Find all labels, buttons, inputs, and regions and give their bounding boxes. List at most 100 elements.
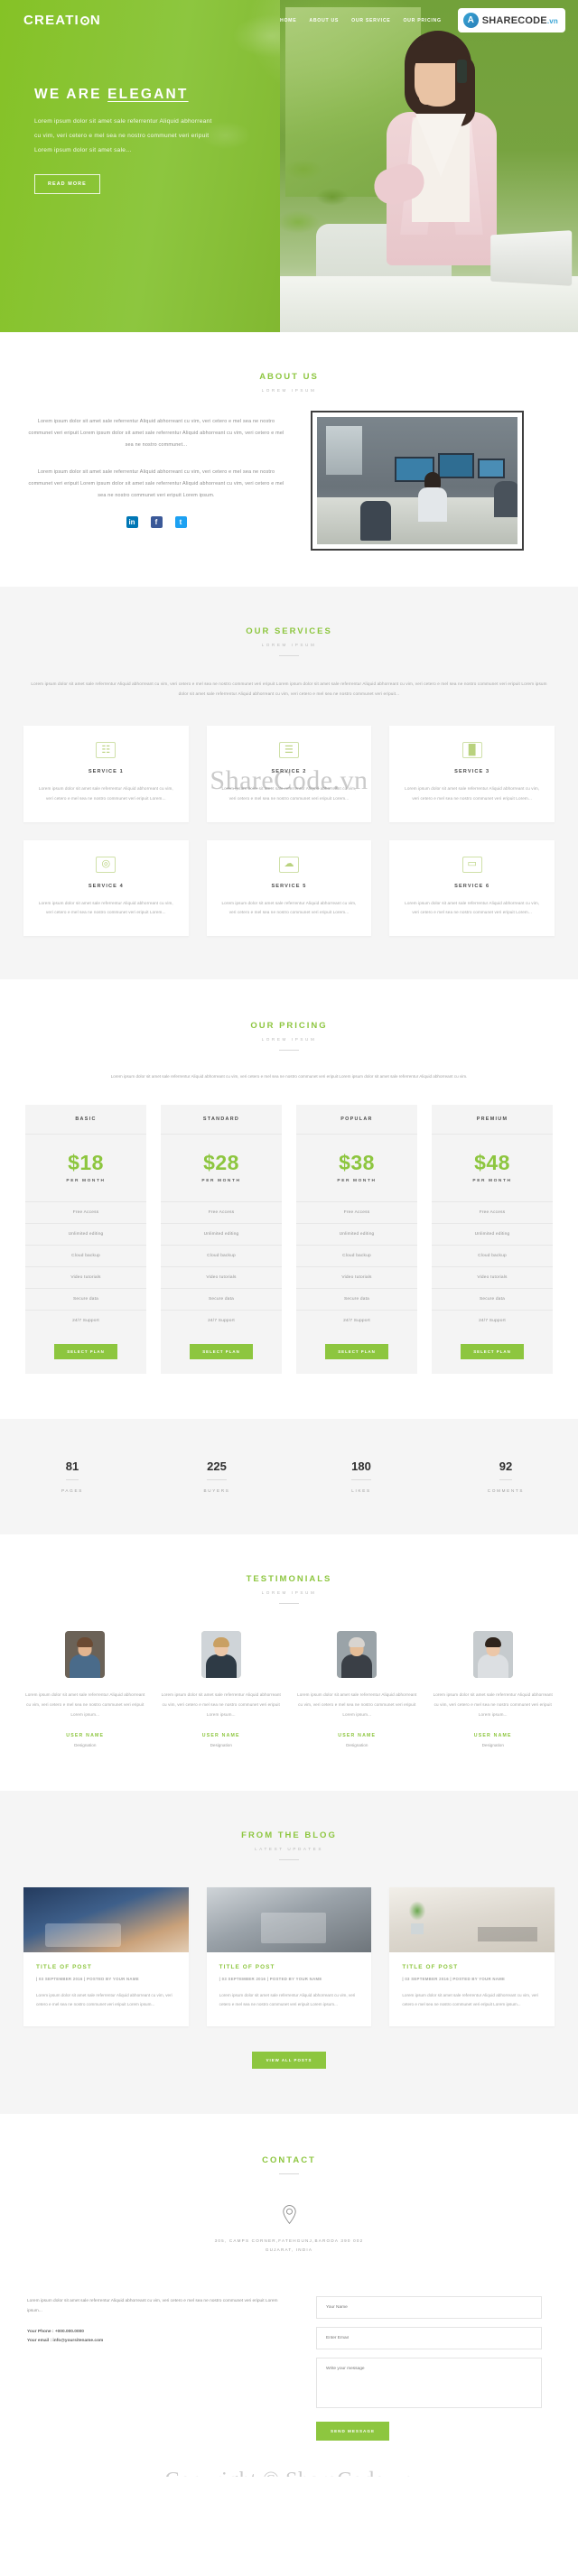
plan-name: STANDARD [161, 1105, 282, 1135]
pricing-divider [279, 1050, 299, 1052]
services-divider [279, 655, 299, 656]
about-text-column: Lorem ipsum dolor sit amet sale referren… [25, 416, 287, 551]
plant-desk-photo [389, 1886, 555, 1952]
services-title: OUR SERVICES [246, 626, 332, 636]
service-card-title: SERVICE 2 [271, 769, 307, 775]
pricing-intro-text: Lorem ipsum dolor sit amet sale referren… [110, 1074, 468, 1080]
logo-text-suffix: N [89, 13, 101, 28]
blog-post-card[interactable]: TITLE OF POST | 03 SEPTEMBER 2016 | POST… [23, 1886, 189, 2027]
name-input[interactable] [316, 2295, 542, 2319]
hero-businesswoman-photo [280, 0, 578, 332]
blog-post-title: TITLE OF POST [219, 1963, 275, 1970]
about-paragraph-1: Lorem ipsum dolor sit amet sale referren… [28, 419, 284, 449]
blog-divider [279, 1858, 299, 1860]
about-subtitle: LOREM IPSUM [261, 388, 317, 393]
read-more-button[interactable]: READ MORE [34, 174, 100, 195]
statistics-section: 81 PAGES 225 BUYERS 180 LIKES 92 COMMENT… [0, 1419, 578, 1535]
blog-post-card[interactable]: TITLE OF POST | 03 SEPTEMBER 2016 | POST… [389, 1886, 555, 2027]
twitter-icon[interactable]: t [174, 516, 187, 529]
service-card[interactable]: ☷ SERVICE 1 Lorem ipsum dolor sit amet s… [23, 726, 189, 822]
contact-section: CONTACT 305, CAMPS CORNER,FATEHGUNJ,BARO… [0, 2114, 578, 2477]
service-card[interactable]: ☁ SERVICE 5 Lorem ipsum dolor sit amet s… [206, 839, 372, 937]
service-card[interactable]: ▭ SERVICE 6 Lorem ipsum dolor sit amet s… [389, 839, 555, 937]
pricing-section: OUR PRICING LOREM IPSUM Lorem ipsum dolo… [0, 979, 578, 1420]
plan-amount: $28 [203, 1151, 239, 1175]
plan-period: PER MONTH [337, 1179, 377, 1184]
plan-feature: Unlimited editing [161, 1223, 282, 1245]
email-input[interactable] [316, 2326, 542, 2349]
service-card-text: Lorem ipsum dolor sit amet sale referren… [405, 786, 540, 801]
plan-name: PREMIUM [432, 1105, 553, 1135]
testimonial-text: Lorem ipsum dolor sit amet sale referren… [433, 1692, 553, 1717]
testimonial-text: Lorem ipsum dolor sit amet sale referren… [25, 1692, 145, 1717]
pricing-title: OUR PRICING [250, 1021, 328, 1032]
nav-item-about-us[interactable]: ABOUT US [309, 18, 339, 23]
desk-laptop-photo [206, 1886, 372, 1952]
blog-post-meta: | 03 SEPTEMBER 2016 | POSTED BY YOUR NAM… [36, 1976, 139, 1981]
cloud-icon: ☁ [278, 856, 299, 873]
logo-text: CREATI [23, 13, 79, 28]
service-card[interactable]: █ SERVICE 3 Lorem ipsum dolor sit amet s… [389, 726, 555, 822]
testimonial-item: Lorem ipsum dolor sit amet sale referren… [23, 1631, 147, 1747]
sharecode-watermark-badge[interactable]: A SHARECODE.vn [457, 8, 565, 32]
contact-description: Lorem ipsum dolor sit amet sale referren… [27, 2298, 278, 2313]
plan-feature: Free Access [432, 1201, 553, 1223]
plan-feature: Free Access [25, 1201, 146, 1223]
hero-copy: WE ARE ELEGANT Lorem ipsum dolor sit ame… [0, 32, 271, 195]
message-input[interactable] [316, 2357, 542, 2408]
about-heading: ABOUT US LOREM IPSUM [0, 372, 578, 393]
testimonial-user-name: USER NAME [201, 1732, 240, 1738]
contact-divider [279, 2173, 299, 2175]
testimonials-divider [279, 1603, 299, 1605]
blog-post-excerpt: Lorem ipsum dolor sit amet sale referren… [402, 1992, 538, 2007]
stat-item-likes: 180 LIKES [289, 1459, 434, 1493]
service-card[interactable]: ◎ SERVICE 4 Lorem ipsum dolor sit amet s… [23, 839, 189, 937]
blog-title: FROM THE BLOG [241, 1830, 337, 1840]
service-card-text: Lorem ipsum dolor sit amet sale referren… [221, 786, 357, 801]
hero-section: CREATI N HOME ABOUT US OUR SERVICE OUR PR… [0, 0, 578, 332]
service-card-title: SERVICE 4 [88, 883, 124, 889]
select-plan-button[interactable]: SELECT PLAN [54, 1344, 117, 1360]
view-all-posts-button[interactable]: VIEW ALL POSTS [251, 2052, 327, 2070]
pricing-grid: BASIC $18 PER MONTH Free Access Unlimite… [0, 1105, 578, 1375]
logo-globe-icon [79, 16, 89, 25]
service-card[interactable]: ☰ SERVICE 2 Lorem ipsum dolor sit amet s… [206, 726, 372, 822]
plan-feature: Unlimited editing [432, 1223, 553, 1245]
blog-post-card[interactable]: TITLE OF POST | 03 SEPTEMBER 2016 | POST… [206, 1886, 372, 2027]
testimonials-title: TESTIMONIALS [246, 1574, 332, 1585]
service-card-title: SERVICE 6 [454, 883, 490, 889]
main-menu: HOME ABOUT US OUR SERVICE OUR PRICING [280, 18, 449, 23]
plan-amount: $18 [68, 1151, 104, 1175]
linkedin-icon[interactable]: in [126, 516, 138, 529]
nav-item-our-pricing[interactable]: OUR PRICING [403, 18, 441, 23]
testimonial-text: Lorem ipsum dolor sit amet sale referren… [297, 1692, 417, 1717]
hero-title-part2: ELEGANT [107, 87, 189, 102]
plan-feature: Free Access [161, 1201, 282, 1223]
select-plan-button[interactable]: SELECT PLAN [190, 1344, 253, 1360]
stat-item-pages: 81 PAGES [0, 1459, 144, 1493]
address-line-1: 305, CAMPS CORNER,FATEHGUNJ,BARODA 390 0… [214, 2238, 364, 2244]
avatar [337, 1631, 378, 1679]
select-plan-button[interactable]: SELECT PLAN [325, 1344, 388, 1360]
plan-feature: Cloud backup [296, 1245, 417, 1266]
about-title: ABOUT US [259, 372, 319, 382]
service-card-text: Lorem ipsum dolor sit amet sale referren… [405, 900, 540, 915]
blog-post-meta: | 03 SEPTEMBER 2016 | POSTED BY YOUR NAM… [219, 1976, 322, 1981]
stat-item-buyers: 225 BUYERS [144, 1459, 289, 1493]
plan-feature: Cloud backup [161, 1245, 282, 1266]
location-pin-icon [282, 2205, 296, 2225]
contact-email: Your email : info@yoursitename.com [27, 2339, 104, 2344]
select-plan-button[interactable]: SELECT PLAN [461, 1344, 524, 1360]
nav-item-home[interactable]: HOME [280, 18, 296, 23]
service-card-title: SERVICE 5 [271, 883, 307, 889]
plan-feature: Cloud backup [432, 1245, 553, 1266]
send-message-button[interactable]: SEND MESSAGE [316, 2421, 390, 2441]
plan-feature: 24/7 Support [296, 1310, 417, 1331]
testimonial-user-name: USER NAME [473, 1732, 512, 1738]
site-logo[interactable]: CREATI N [23, 13, 101, 28]
pricing-plan-standard: STANDARD $28 PER MONTH Free Access Unlim… [161, 1105, 282, 1375]
nav-item-our-service[interactable]: OUR SERVICE [351, 18, 390, 23]
facebook-icon[interactable]: f [150, 516, 163, 529]
stat-label: BUYERS [203, 1488, 230, 1494]
contact-phone: Your Phone : +000.000.0000 [27, 2329, 84, 2334]
